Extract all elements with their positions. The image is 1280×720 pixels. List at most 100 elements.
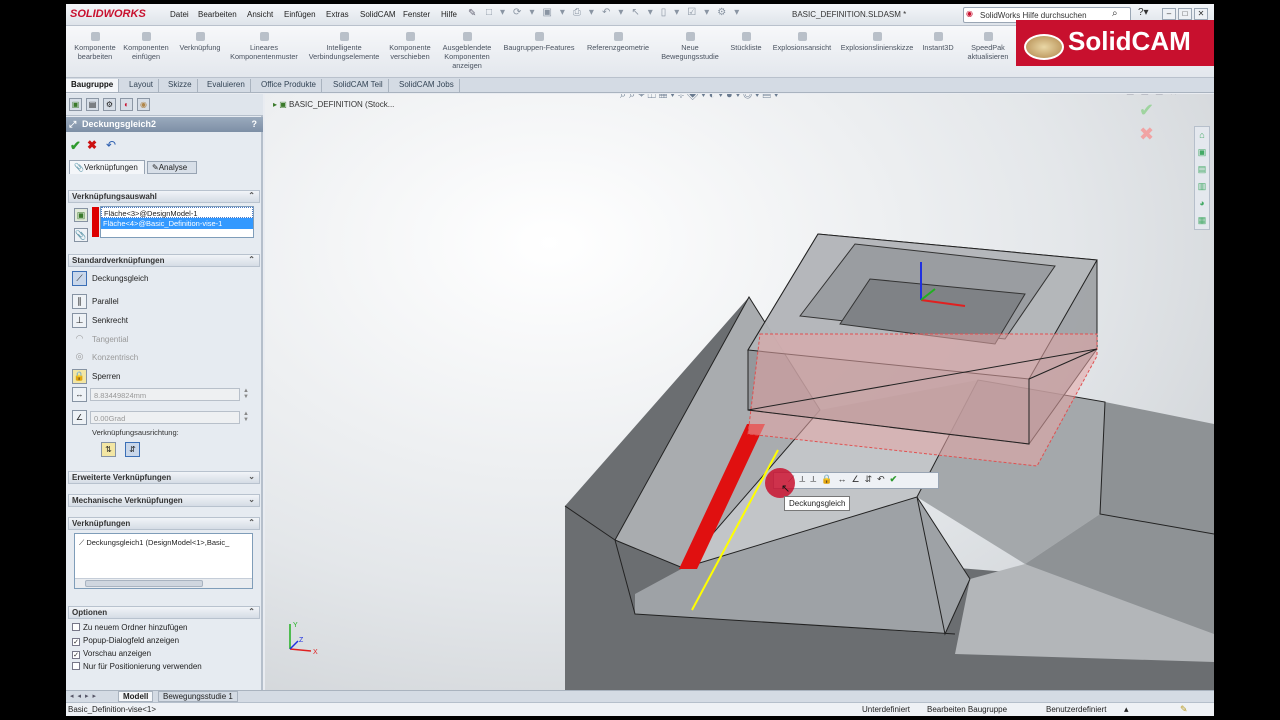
checkbox-checked[interactable]: ✓	[72, 638, 80, 646]
explode-line-sketch-button[interactable]: Explosionslinienskizze	[838, 32, 916, 52]
ok-icon[interactable]: ✔	[70, 138, 81, 154]
exploded-view-icon	[797, 32, 807, 41]
property-manager-icon[interactable]: ▤	[86, 98, 99, 111]
cmd-label: Neue	[681, 43, 699, 52]
section-mate-selection[interactable]: Verknüpfungsauswahl ⌃	[68, 190, 260, 203]
distance-spinner[interactable]: ▲ ▼	[243, 388, 249, 400]
speedpak-button[interactable]: SpeedPak aktualisieren	[960, 32, 1016, 61]
menu-einfuegen[interactable]: Einfügen	[284, 10, 316, 19]
solidcam-manager-icon[interactable]: ◉	[137, 98, 150, 111]
assembly-features-button[interactable]: Baugruppen-Features	[498, 32, 580, 52]
tab-baugruppe[interactable]: Baugruppe	[66, 79, 120, 92]
option-show-preview[interactable]: ✓ Vorschau anzeigen	[72, 649, 151, 659]
menu-datei[interactable]: Datei	[170, 10, 189, 19]
graphics-area[interactable]: ▸ ▣ BASIC_DEFINITION (Stock... ⌕⌕⌖◫▦▾⊹◈▾…	[265, 94, 1214, 690]
tab-layout[interactable]: Layout	[124, 79, 160, 92]
checkbox[interactable]	[72, 623, 80, 631]
anti-aligned-icon[interactable]: ⇵	[125, 442, 140, 457]
insert-components-button[interactable]: Komponenten einfügen	[120, 32, 172, 61]
section-mates[interactable]: Verknüpfungen ⌃	[68, 517, 260, 530]
display-manager-icon[interactable]: ◐	[120, 98, 133, 111]
scroll-thumb[interactable]	[85, 580, 203, 587]
section-standard-mates[interactable]: Standardverknüpfungen ⌃	[68, 254, 260, 267]
pin-icon[interactable]: ✎	[468, 8, 476, 19]
subtab-analysis[interactable]: ✎Analyse	[147, 161, 197, 174]
units-dropdown-icon[interactable]: ▴	[1124, 704, 1129, 715]
menu-solidcam[interactable]: SolidCAM	[360, 10, 396, 19]
model-3d-view[interactable]: Y X Z	[265, 94, 1214, 690]
selection-item[interactable]: Fläche<4>@Basic_Definition-vise-1	[101, 218, 253, 229]
aligned-icon[interactable]: ⇅	[101, 442, 116, 457]
cmd-label: Komponentenmuster	[230, 52, 298, 61]
tab-scroll-arrows[interactable]: ◂◂▸▸	[70, 692, 100, 700]
menu-extras[interactable]: Extras	[326, 10, 349, 19]
mate-list-label: Deckungsgleich1 (DesignModel<1>,Basic_	[86, 538, 230, 547]
selection-list[interactable]: Fläche<3>@DesignModel-1 Fläche<4>@Basic_…	[100, 206, 254, 238]
horizontal-scrollbar[interactable]	[75, 578, 252, 588]
menu-hilfe[interactable]: Hilfe	[441, 10, 457, 19]
new-motion-study-button[interactable]: Neue Bewegungsstudie	[656, 32, 724, 61]
status-definition: Unterdefiniert	[862, 705, 911, 714]
tab-solidcam-teil[interactable]: SolidCAM Teil	[328, 79, 389, 92]
minimize-button[interactable]: –	[1162, 8, 1176, 20]
pm-help-button[interactable]: ?	[252, 119, 258, 129]
distance-field[interactable]: 8.83449824mm	[90, 388, 240, 401]
close-button[interactable]: ✕	[1194, 8, 1208, 20]
collapse-icon: ⌃	[248, 518, 255, 527]
manager-tabs: ▣ ▤ ⚙ ◐ ◉	[66, 94, 263, 116]
option-add-to-folder[interactable]: Zu neuem Ordner hinzufügen	[72, 623, 188, 632]
mate-popup-toolbar[interactable]: ⟋⊥⊥🔒↔∠⇵↶✔	[773, 472, 939, 489]
solidworks-logo[interactable]: SOLIDWORKS	[70, 8, 146, 20]
maximize-button[interactable]: □	[1178, 8, 1192, 20]
feature-manager-icon[interactable]: ▣	[69, 98, 82, 111]
selection-item[interactable]: Fläche<3>@DesignModel-1	[101, 207, 253, 218]
angle-field[interactable]: 0.00Grad	[90, 411, 240, 424]
mates-list[interactable]: ⟋ Deckungsgleich1 (DesignModel<1>,Basic_	[74, 533, 253, 589]
section-options[interactable]: Optionen ⌃	[68, 606, 260, 619]
pm-title: Deckungsgleich2	[82, 119, 157, 129]
popup-ok-icon[interactable]: ✔	[890, 474, 903, 484]
option-show-popup[interactable]: ✓ Popup-Dialogfeld anzeigen	[72, 636, 179, 646]
angle-spinner[interactable]: ▲ ▼	[243, 411, 249, 423]
subtab-mates[interactable]: 📎Verknüpfungen	[69, 160, 145, 174]
selection-color-bar	[92, 207, 99, 237]
tab-skizze[interactable]: Skizze	[163, 79, 198, 92]
bom-button[interactable]: Stückliste	[726, 32, 766, 52]
cancel-icon[interactable]: ✖	[87, 138, 97, 152]
checkbox-checked[interactable]: ✓	[72, 651, 80, 659]
search-icon[interactable]: ⌕	[1112, 8, 1118, 19]
instant3d-button[interactable]: Instant3D	[918, 32, 958, 52]
section-advanced-mates[interactable]: Erweiterte Verknüpfungen ⌄	[68, 471, 260, 484]
undo-icon[interactable]: ↶	[106, 138, 116, 152]
menu-fenster[interactable]: Fenster	[403, 10, 430, 19]
mate-list-item[interactable]: ⟋ Deckungsgleich1 (DesignModel<1>,Basic_	[79, 538, 229, 548]
tab-solidcam-jobs[interactable]: SolidCAM Jobs	[394, 79, 460, 92]
concentric-icon: ◎	[75, 351, 84, 361]
smart-fasteners-button[interactable]: Intelligente Verbindungselemente	[304, 32, 384, 61]
lock-icon: 🔒	[72, 369, 87, 384]
move-component-button[interactable]: Komponente verschieben	[384, 32, 436, 61]
edit-component-button[interactable]: Komponente bearbeiten	[70, 32, 120, 61]
tab-model[interactable]: Modell	[118, 691, 154, 702]
configuration-manager-icon[interactable]: ⚙	[103, 98, 116, 111]
checkbox[interactable]	[72, 662, 80, 670]
tab-evaluieren[interactable]: Evaluieren	[202, 79, 251, 92]
status-units[interactable]: Benutzerdefiniert	[1046, 705, 1106, 714]
exploded-view-button[interactable]: Explosionsansicht	[768, 32, 836, 52]
option-positioning-only[interactable]: Nur für Positionierung verwenden	[72, 662, 202, 671]
collapse-icon: ⌃	[248, 191, 255, 200]
tab-office-produkte[interactable]: Office Produkte	[256, 79, 322, 92]
help-icon[interactable]: ?▾	[1138, 7, 1149, 18]
linear-pattern-button[interactable]: Lineares Komponentenmuster	[226, 32, 302, 61]
menu-bearbeiten[interactable]: Bearbeiten	[198, 10, 237, 19]
solidworks-window: SOLIDWORKS Datei Bearbeiten Ansicht Einf…	[66, 4, 1214, 716]
section-mechanical-mates[interactable]: Mechanische Verknüpfungen ⌄	[68, 494, 260, 507]
tab-motion-study[interactable]: Bewegungsstudie 1	[158, 691, 238, 702]
mate-button[interactable]: Verknüpfung	[174, 32, 226, 52]
quick-access-toolbar[interactable]: □▾⟳▾▣▾⎙▾↶▾↖▾▯▾☑▾⚙▾	[486, 7, 747, 18]
cmd-label: Referenzgeometrie	[586, 43, 650, 52]
show-hidden-components-button[interactable]: Ausgeblendete Komponenten anzeigen	[438, 32, 496, 70]
menu-ansicht[interactable]: Ansicht	[247, 10, 273, 19]
reference-geometry-button[interactable]: Referenzgeometrie	[582, 32, 654, 52]
rebuild-icon[interactable]: ✎	[1180, 704, 1188, 715]
